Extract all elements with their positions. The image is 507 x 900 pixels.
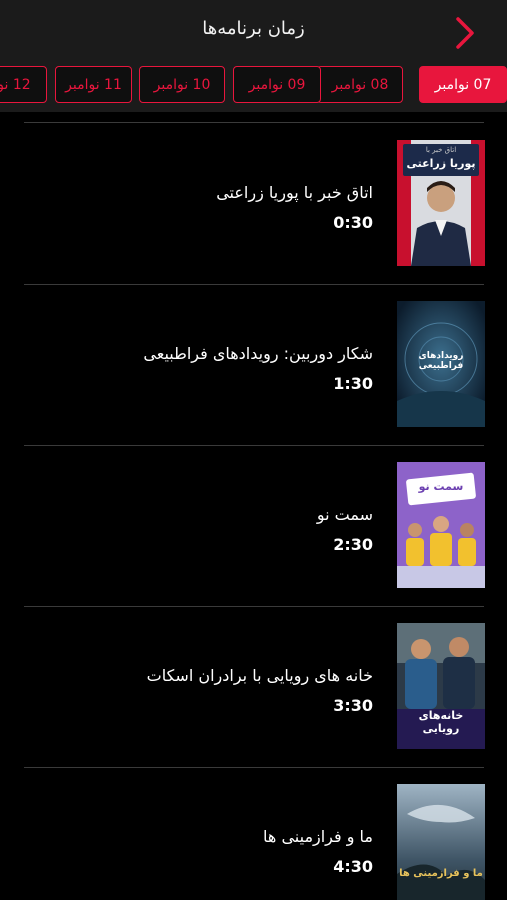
program-name: سمت نو bbox=[316, 505, 373, 524]
program-thumbnail: ما و فرازمینی ها bbox=[397, 784, 485, 900]
program-time: 0:30 bbox=[333, 213, 373, 232]
date-tabs: 07 نوامبر 08 نوامبر 09 نوامبر 10 نوامبر … bbox=[0, 62, 507, 112]
tab-date-5[interactable]: 12 نوا bbox=[0, 66, 47, 103]
tab-date-1[interactable]: 08 نوامبر bbox=[317, 66, 403, 103]
program-time: 1:30 bbox=[333, 374, 373, 393]
program-thumbnail: سمت نو bbox=[397, 462, 485, 588]
program-thumbnail: رویدادهای فراطبیعی bbox=[397, 301, 485, 427]
program-name: خانه های رویایی با برادران اسکات bbox=[146, 666, 373, 685]
program-name: ما و فرازمینی ها bbox=[263, 827, 373, 846]
thumb-text: ما و فرازمینی ها bbox=[399, 868, 483, 879]
program-thumbnail: خانه‌های رویایی bbox=[397, 623, 485, 749]
program-row[interactable]: رویدادهای فراطبیعی شکار دوربین: رویدادها… bbox=[0, 284, 507, 445]
program-time: 3:30 bbox=[333, 696, 373, 715]
tab-label: 07 نوامبر bbox=[434, 76, 492, 93]
tab-label: 11 نوامبر bbox=[65, 76, 122, 93]
program-row[interactable]: اتاق خبر با پوریا زراعتی اتاق خبر با پور… bbox=[0, 123, 507, 284]
tab-date-3[interactable]: 10 نوامبر bbox=[139, 66, 225, 103]
tab-label: 10 نوامبر bbox=[153, 76, 211, 93]
program-name: اتاق خبر با پوریا زراعتی bbox=[216, 183, 373, 202]
tab-date-0[interactable]: 07 نوامبر bbox=[419, 66, 507, 103]
thumb-subtext: اتاق خبر با bbox=[425, 146, 457, 154]
app-header: زمان برنامه‌ها bbox=[0, 0, 507, 62]
program-name: شکار دوربین: رویدادهای فراطبیعی bbox=[143, 344, 373, 363]
thumb-text: سمت نو bbox=[418, 480, 464, 493]
program-row[interactable]: سمت نو سمت نو 2:30 bbox=[0, 445, 507, 606]
thumb-text: رویدادهای فراطبیعی bbox=[418, 351, 464, 371]
program-thumbnail: اتاق خبر با پوریا زراعتی bbox=[397, 140, 485, 266]
chevron-right-icon bbox=[456, 17, 474, 49]
tab-label: 12 نوا bbox=[0, 76, 31, 93]
page-title: زمان برنامه‌ها bbox=[202, 18, 305, 39]
program-row[interactable]: ما و فرازمینی ها ما و فرازمینی ها 4:30 bbox=[0, 767, 507, 900]
tab-label: 08 نوامبر bbox=[331, 76, 389, 93]
program-time: 4:30 bbox=[333, 857, 373, 876]
back-button[interactable] bbox=[451, 16, 479, 50]
thumb-text: خانه‌های رویایی bbox=[418, 709, 464, 735]
program-row[interactable]: خانه‌های رویایی خانه های رویایی با برادر… bbox=[0, 606, 507, 767]
thumb-text: پوریا زراعتی bbox=[406, 157, 476, 170]
tab-date-4[interactable]: 11 نوامبر bbox=[55, 66, 132, 103]
program-time: 2:30 bbox=[333, 535, 373, 554]
tab-date-2[interactable]: 09 نوامبر bbox=[233, 66, 321, 103]
tab-label: 09 نوامبر bbox=[248, 76, 306, 93]
